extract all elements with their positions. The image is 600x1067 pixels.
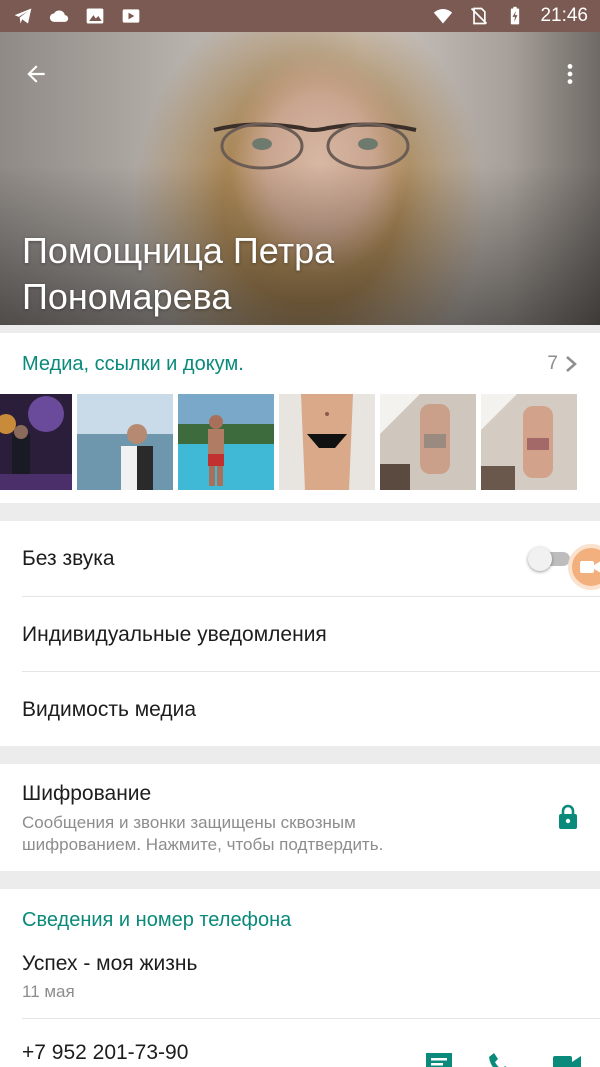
back-button[interactable] xyxy=(16,54,56,94)
encryption-description: Сообщения и звонки защищены сквозным шиф… xyxy=(22,813,384,854)
status-bar-notifications xyxy=(12,6,142,26)
mute-label: Без звука xyxy=(22,546,115,570)
wifi-icon xyxy=(434,9,453,24)
encryption-row[interactable]: Шифрование Сообщения и звонки защищены с… xyxy=(0,764,600,871)
media-thumbnail[interactable] xyxy=(380,394,476,490)
about-section-title: Сведения и номер телефона xyxy=(22,909,292,931)
clock: 21:46 xyxy=(540,5,588,26)
message-icon[interactable] xyxy=(424,1051,454,1067)
more-vert-icon xyxy=(567,64,573,84)
media-thumbnail[interactable] xyxy=(178,394,274,490)
media-thumbnails xyxy=(0,394,600,490)
about-status-text[interactable]: Успех - моя жизнь xyxy=(22,952,197,976)
media-thumbnail[interactable] xyxy=(77,394,173,490)
media-thumbnail[interactable] xyxy=(0,394,72,490)
chevron-right-icon xyxy=(566,356,577,372)
media-section: Медиа, ссылки и докум. 7 xyxy=(0,333,600,503)
profile-photo xyxy=(213,122,417,170)
floating-video-button[interactable] xyxy=(568,544,600,590)
contact-photo-header[interactable]: Помощница Петра Пономарева xyxy=(0,32,600,325)
media-visibility-label: Видимость медиа xyxy=(22,697,197,721)
about-status-date: 11 мая xyxy=(22,982,75,1001)
phone-number[interactable]: +7 952 201-73-90 xyxy=(22,1041,188,1065)
custom-notifications-row[interactable]: Индивидуальные уведомления xyxy=(22,597,600,672)
about-and-phone-section: Сведения и номер телефона Успех - моя жи… xyxy=(0,889,600,1067)
mute-toggle[interactable] xyxy=(528,547,572,571)
contact-name: Помощница Петра Пономарева xyxy=(22,230,335,317)
telegram-icon xyxy=(14,8,32,24)
cloud-icon xyxy=(49,10,69,22)
encryption-title: Шифрование xyxy=(22,782,152,805)
video-call-icon[interactable] xyxy=(552,1051,582,1067)
status-bar: 21:46 xyxy=(0,0,600,32)
media-section-title[interactable]: Медиа, ссылки и докум. xyxy=(22,353,244,376)
battery-charging-icon xyxy=(511,6,520,25)
lock-icon xyxy=(559,804,577,829)
media-count-link[interactable]: 7 xyxy=(547,353,578,375)
status-bar-system: 21:46 xyxy=(432,5,588,27)
no-sim-icon xyxy=(471,7,488,25)
more-options-button[interactable] xyxy=(550,54,590,94)
mute-row[interactable]: Без звука xyxy=(22,521,600,596)
media-thumbnail[interactable] xyxy=(279,394,375,490)
video-icon xyxy=(122,9,140,23)
media-count: 7 xyxy=(547,353,558,374)
media-visibility-row[interactable]: Видимость медиа xyxy=(22,672,600,747)
video-camera-icon xyxy=(580,561,600,573)
arrow-back-icon xyxy=(27,65,45,83)
media-thumbnail[interactable] xyxy=(481,394,577,490)
phone-call-icon[interactable] xyxy=(486,1051,516,1067)
notification-settings: Без звука Индивидуальные уведомления Вид… xyxy=(0,521,600,746)
image-icon xyxy=(86,8,104,24)
custom-notifications-label: Индивидуальные уведомления xyxy=(22,622,327,646)
